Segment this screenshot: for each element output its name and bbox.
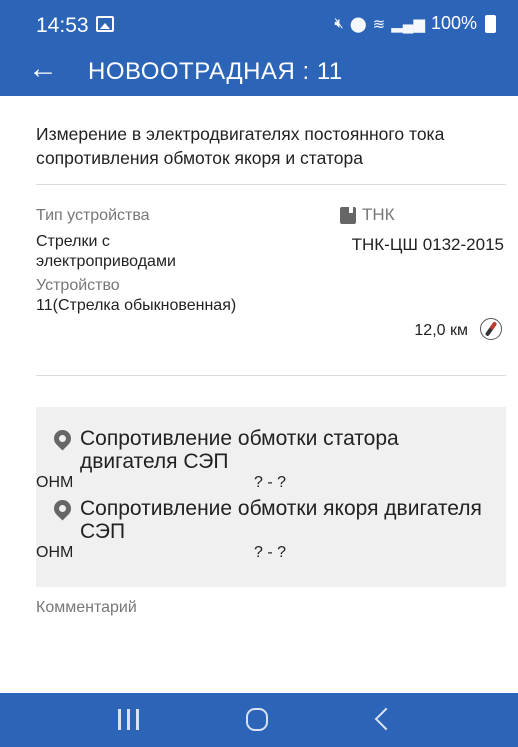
back-arrow-icon[interactable]: ←	[28, 54, 58, 84]
device-type-label: Тип устройства	[36, 207, 150, 224]
page-title: НОВООТРАДНАЯ : 11	[88, 58, 343, 85]
document-code: ТНК-ЦШ 0132-2015	[351, 235, 504, 254]
mute-icon: 🔇︎	[334, 15, 344, 32]
wifi-call-icon: ≋	[372, 15, 386, 33]
home-icon[interactable]	[246, 708, 268, 731]
parameter-item: Сопротивление обмотки якоря двигателя СЭ…	[36, 496, 494, 563]
parameter-values: ОНМ ? - ?	[36, 473, 494, 493]
system-nav-bar	[0, 693, 518, 747]
app-bar: ← НОВООТРАДНАЯ : 11	[0, 48, 518, 96]
status-time: 14:53	[36, 14, 89, 37]
parameter-name-text: Сопротивление обмотки якоря двигателя СЭ…	[80, 497, 482, 543]
status-bar: 14:53 🔇︎ ⬤ ≋ ▂▄▆ 100%	[0, 0, 518, 48]
gallery-icon	[96, 16, 114, 32]
pin-icon	[50, 426, 75, 451]
parameter-name: Сопротивление обмотки якоря двигателя СЭ…	[50, 496, 494, 543]
battery-percent: 100%	[430, 13, 477, 33]
book-icon	[340, 206, 356, 224]
parameter-values: ОНМ ? - ?	[36, 543, 494, 563]
document-label: ТНК	[362, 205, 395, 224]
document-link[interactable]: ТНК	[340, 205, 395, 225]
device-label: Устройство	[36, 277, 120, 294]
signal-icon: ▂▄▆	[391, 15, 425, 33]
compass-icon[interactable]	[480, 318, 502, 340]
distance-value: 12,0 км	[414, 322, 468, 339]
parameter-range: ? - ?	[254, 474, 287, 491]
battery-icon	[485, 14, 496, 33]
recent-apps-icon[interactable]	[116, 709, 142, 731]
divider	[36, 375, 506, 376]
status-icons: 🔇︎ ⬤ ≋ ▂▄▆ 100%	[334, 13, 496, 34]
parameter-unit: ОНМ	[36, 544, 74, 561]
device-value: 11(Стрелка обыкновенная)	[36, 297, 237, 314]
app-header: 14:53 🔇︎ ⬤ ≋ ▂▄▆ 100% ← НОВООТРАДНАЯ : 1…	[0, 0, 518, 96]
work-heading: Измерение в электродвигателях постоянног…	[36, 124, 445, 168]
parameter-range: ? - ?	[254, 544, 287, 561]
comment-field[interactable]: Комментарий	[36, 599, 137, 617]
pin-icon	[50, 496, 75, 521]
parameter-item: Сопротивление обмотки статора двигателя …	[36, 426, 494, 493]
device-type-value: Стрелки с электроприводами	[36, 233, 176, 270]
parameter-name-text: Сопротивление обмотки статора двигателя …	[80, 427, 399, 473]
parameter-unit: ОНМ	[36, 474, 74, 491]
parameter-name: Сопротивление обмотки статора двигателя …	[50, 426, 494, 473]
divider	[36, 184, 506, 185]
location-icon: ⬤	[349, 15, 367, 33]
parameters-card: Сопротивление обмотки статора двигателя …	[36, 407, 506, 587]
back-icon[interactable]	[374, 707, 398, 731]
